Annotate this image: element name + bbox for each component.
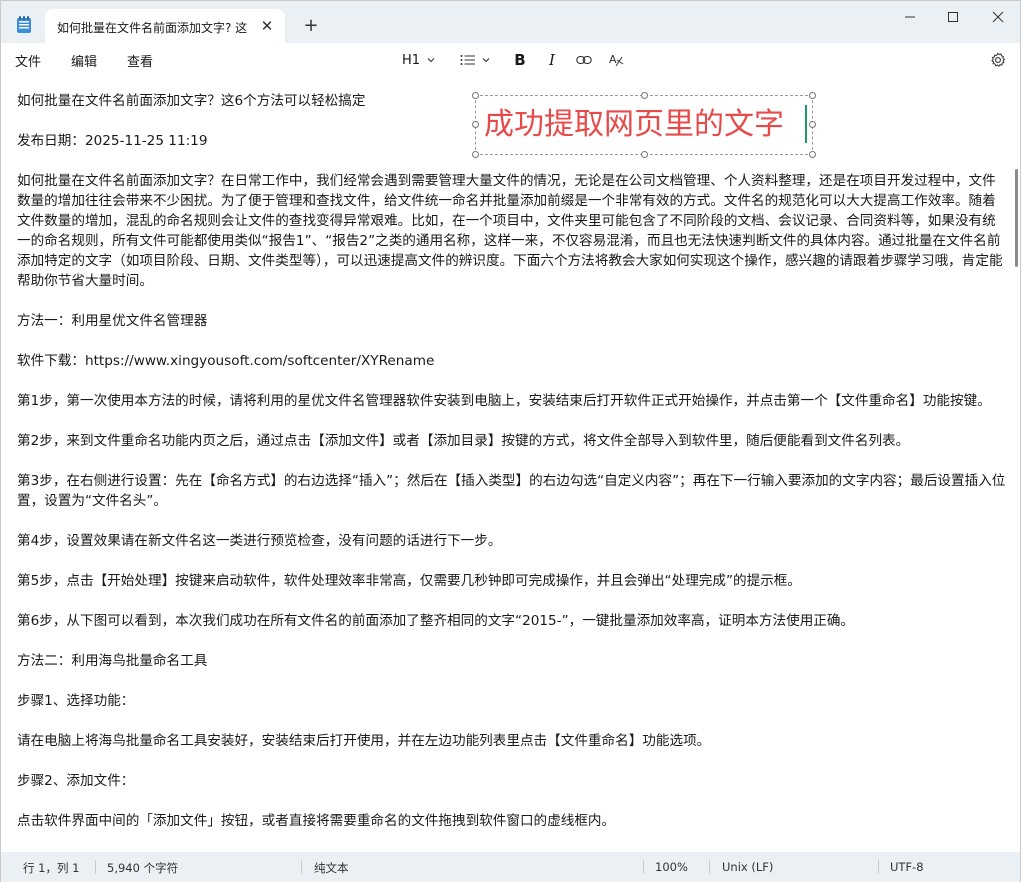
zoom-level[interactable]: 100%	[655, 860, 688, 874]
resize-handle[interactable]	[641, 151, 648, 158]
settings-button[interactable]	[987, 49, 1009, 71]
document-tab[interactable]: 如何批量在文件名前面添加文字? 这 ✕	[45, 9, 285, 43]
italic-icon: I	[549, 51, 555, 69]
status-divider	[301, 860, 302, 874]
link-button[interactable]	[573, 49, 595, 71]
svg-text:A: A	[609, 53, 617, 66]
list-dropdown[interactable]	[455, 49, 495, 71]
status-divider	[95, 860, 96, 874]
resize-handle[interactable]	[472, 121, 479, 128]
paragraph: 第1步，第一次使用本方法的时候，请将利用的星优文件名管理器软件安装到电脑上，安装…	[17, 393, 991, 409]
link-icon	[576, 55, 592, 65]
heading-dropdown[interactable]: H1	[399, 49, 439, 71]
intro-paragraph: 如何批量在文件名前面添加文字？在日常工作中，我们经常会遇到需要管理大量文件的情况…	[17, 173, 1003, 289]
minimize-icon	[905, 16, 915, 18]
tab-title: 如何批量在文件名前面添加文字? 这	[57, 21, 248, 35]
method-heading: 方法一：利用星优文件名管理器	[17, 313, 208, 329]
bold-button[interactable]: B	[509, 49, 531, 71]
maximize-icon	[948, 12, 958, 22]
paragraph: 第2步，来到文件重命名功能内页之后，通过点击【添加文件】或者【添加目录】按键的方…	[17, 433, 910, 449]
minimize-button[interactable]	[887, 4, 933, 30]
title-bar: 如何批量在文件名前面添加文字? 这 ✕ +	[1, 1, 1020, 43]
paragraph: 点击软件界面中间的「添加文件」按钮，或者直接将需要重命名的文件拖拽到软件窗口的虚…	[17, 813, 616, 829]
heading-label: H1	[401, 52, 421, 68]
text-caret	[805, 105, 807, 143]
close-window-button[interactable]	[975, 4, 1021, 30]
status-divider	[878, 860, 879, 874]
italic-button[interactable]: I	[541, 49, 563, 71]
notepad-app-icon	[17, 16, 31, 33]
paragraph: 步骤1、选择功能：	[17, 693, 135, 709]
status-divider	[709, 860, 710, 874]
vertical-scrollbar[interactable]	[1015, 169, 1018, 267]
menu-toolbar: 文件 编辑 查看 H1 B I A	[1, 43, 1020, 77]
paragraph: 步骤2、添加文件：	[17, 773, 135, 789]
new-tab-plus-icon[interactable]: +	[301, 16, 321, 36]
status-divider	[643, 860, 644, 874]
resize-handle[interactable]	[472, 92, 479, 99]
menu-view[interactable]: 查看	[127, 51, 153, 70]
chevron-down-icon	[482, 58, 489, 63]
menu-edit[interactable]: 编辑	[71, 51, 97, 70]
overlay-text[interactable]: 成功提取网页里的文字	[484, 107, 784, 143]
line-ending[interactable]: Unix (LF)	[722, 860, 773, 874]
character-count: 5,940 个字符	[107, 861, 179, 875]
maximize-button[interactable]	[930, 4, 976, 30]
text-format: 纯文本	[314, 861, 349, 875]
menu-file[interactable]: 文件	[15, 51, 41, 70]
resize-handle[interactable]	[472, 151, 479, 158]
cursor-position: 行 1，列 1	[23, 861, 80, 875]
bold-icon: B	[514, 51, 526, 69]
paragraph: 第6步，从下图可以看到，本次我们成功在所有文件名的前面添加了整齐相同的文字“20…	[17, 613, 855, 629]
status-bar: 行 1，列 1 5,940 个字符 纯文本 100% Unix (LF) UTF…	[1, 852, 1020, 882]
paragraph: 请在电脑上将海鸟批量命名工具安装好，安装结束后打开使用，并在左边功能列表里点击【…	[17, 733, 711, 749]
paragraph: 第3步，在右侧进行设置：先在【命名方式】的右边选择“插入”；然后在【插入类型】的…	[17, 473, 1006, 509]
clear-formatting-icon: A	[609, 53, 624, 67]
document-body[interactable]: 如何批量在文件名前面添加文字？这6个方法可以轻松搞定 发布日期：2025-11-…	[17, 91, 1007, 851]
resize-handle[interactable]	[809, 121, 816, 128]
encoding[interactable]: UTF-8	[890, 860, 924, 874]
method-heading: 方法二：利用海鸟批量命名工具	[17, 653, 208, 669]
paragraph: 第4步，设置效果请在新文件名这一类进行预览检查，没有问题的话进行下一步。	[17, 533, 502, 549]
chevron-down-icon	[427, 58, 435, 63]
editor-area[interactable]: 如何批量在文件名前面添加文字？这6个方法可以轻松搞定 发布日期：2025-11-…	[1, 77, 1020, 852]
resize-handle[interactable]	[809, 151, 816, 158]
resize-handle[interactable]	[809, 92, 816, 99]
clear-formatting-button[interactable]: A	[605, 49, 627, 71]
tab-close-icon[interactable]: ✕	[258, 17, 276, 35]
download-line: 软件下载：https://www.xingyousoft.com/softcen…	[17, 353, 435, 369]
close-icon	[992, 11, 1004, 23]
resize-handle[interactable]	[641, 92, 648, 99]
notepad-window: 如何批量在文件名前面添加文字? 这 ✕ + 文件 编辑 查看 H1 B I A …	[0, 0, 1021, 882]
gear-icon	[991, 52, 1006, 68]
bulleted-list-icon	[460, 55, 475, 65]
text-overlay-box[interactable]: 成功提取网页里的文字	[472, 92, 816, 158]
paragraph: 第5步，点击【开始处理】按键来启动软件，软件处理效率非常高，仅需要几秒钟即可完成…	[17, 573, 801, 589]
